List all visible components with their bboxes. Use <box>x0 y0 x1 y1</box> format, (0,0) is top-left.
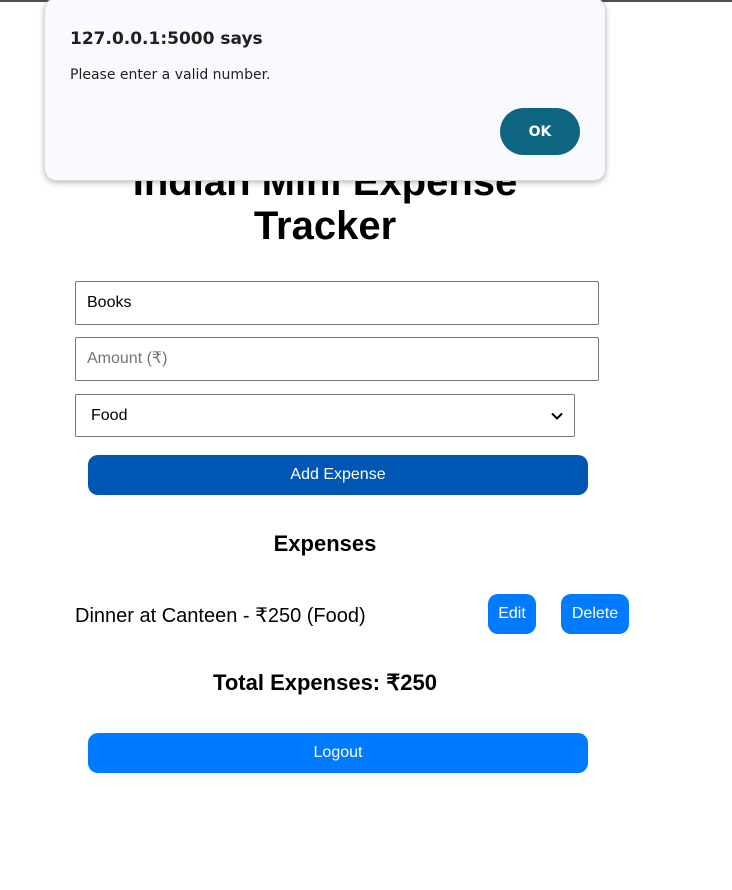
dialog-message: Please enter a valid number. <box>70 67 271 83</box>
expenses-heading: Expenses <box>273 531 377 556</box>
chevron-down-icon <box>551 412 563 420</box>
list-item: Dinner at Canteen - ₹250 (Food) Edit Del… <box>75 594 635 634</box>
expense-item-text: Dinner at Canteen - ₹250 (Food) <box>75 605 366 627</box>
total-expenses: Total Expenses: ₹250 <box>213 670 437 695</box>
category-selected-value: Food <box>91 406 128 424</box>
alert-dialog: 127.0.0.1:5000 says Please enter a valid… <box>44 0 606 181</box>
logout-button[interactable]: Logout <box>88 733 588 773</box>
amount-input[interactable] <box>75 337 599 381</box>
add-expense-button[interactable]: Add Expense <box>88 455 588 495</box>
dialog-origin-title: 127.0.0.1:5000 says <box>70 29 263 49</box>
edit-button[interactable]: Edit <box>488 594 536 634</box>
dialog-ok-button[interactable]: OK <box>500 108 580 155</box>
description-input[interactable] <box>75 281 599 325</box>
delete-button[interactable]: Delete <box>561 594 629 634</box>
category-select[interactable]: Food <box>75 394 575 437</box>
